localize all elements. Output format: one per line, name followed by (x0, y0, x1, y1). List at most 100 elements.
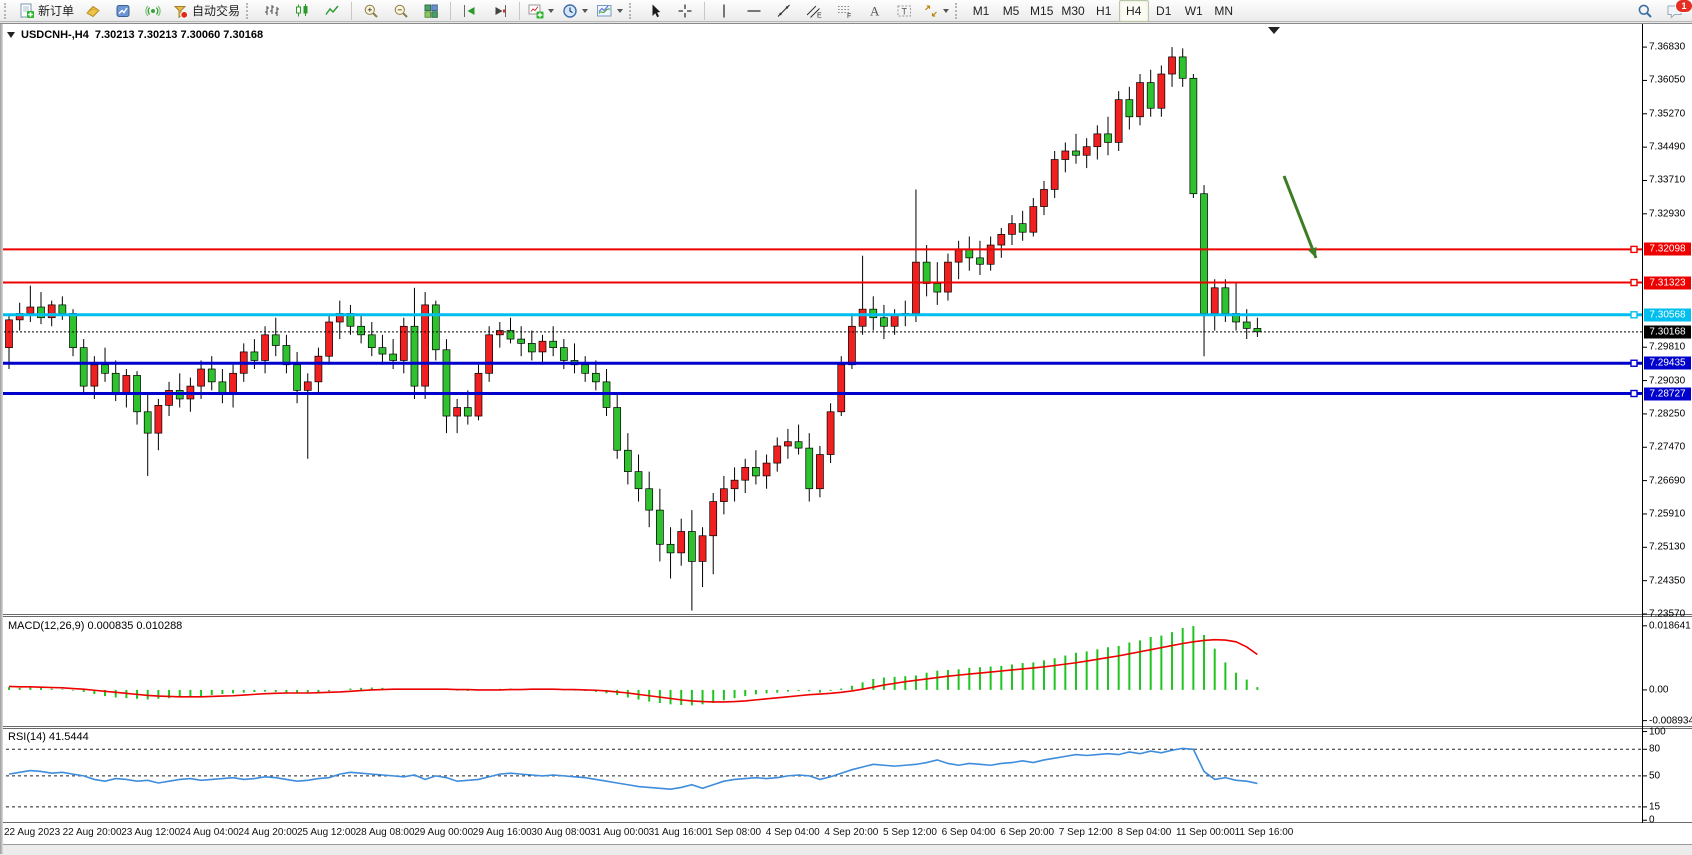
tf-button-h4[interactable]: H4 (1119, 0, 1149, 22)
axis-tick-label: 7.34490 (1649, 142, 1685, 153)
vertical-line-tool[interactable] (709, 0, 739, 22)
axis-tick-label: 7.24350 (1649, 575, 1685, 586)
search-button[interactable] (1630, 0, 1660, 22)
notifications-button[interactable]: 1 (1660, 0, 1690, 22)
current-price-label: 7.30168 (1644, 325, 1691, 338)
zoom-out-button[interactable] (386, 0, 416, 22)
tf-button-m30[interactable]: M30 (1057, 0, 1088, 22)
hline-price-label: 7.31323 (1644, 276, 1691, 289)
svg-text:E: E (817, 12, 822, 19)
time-axis-label: 1 Sep 08:00 (707, 827, 761, 838)
time-axis-label: 11 Sep 00:00 (1176, 827, 1235, 838)
trendline-icon (776, 3, 792, 19)
fibonacci-tool[interactable]: F (829, 0, 859, 22)
text-tool[interactable]: A (859, 0, 889, 22)
time-axis-label: 30 Aug 08:00 (531, 827, 590, 838)
toolbar-grip (955, 3, 962, 19)
zoom-out-icon (393, 3, 409, 19)
line-chart-icon (324, 3, 340, 19)
profiles-button[interactable] (108, 0, 138, 22)
toolbar-separator (704, 2, 705, 20)
trendline-tool[interactable] (769, 0, 799, 22)
tile-windows-button[interactable] (416, 0, 446, 22)
svg-text:F: F (847, 13, 851, 19)
axis-tick-label: 50 (1649, 770, 1660, 781)
axis-tick-label: 7.29030 (1649, 375, 1685, 386)
candlestick-chart-button[interactable] (287, 0, 317, 22)
hline-price-label: 7.29435 (1644, 357, 1691, 370)
symbol-period-label: USDCNH-,H4 (21, 29, 89, 41)
toolbar-separator (351, 2, 352, 20)
toolbar-grip (629, 3, 636, 19)
periods-button[interactable] (558, 0, 592, 22)
tf-button-m1[interactable]: M1 (966, 0, 996, 22)
time-axis-label: 29 Aug 00:00 (414, 827, 473, 838)
cursor-button[interactable] (640, 0, 670, 22)
arrows-tool[interactable] (919, 0, 953, 22)
signals-button[interactable] (138, 0, 168, 22)
svg-text:A: A (870, 3, 880, 18)
chart-window[interactable]: USDCNH-,H4 7.30213 7.30213 7.30060 7.301… (0, 23, 1692, 853)
indicators-icon (528, 3, 544, 19)
time-axis-label: 4 Sep 20:00 (824, 827, 878, 838)
time-axis-label: 23 Aug 12:00 (121, 827, 180, 838)
tf-button-d1[interactable]: D1 (1149, 0, 1179, 22)
ohlc-quote-label: 7.30213 7.30213 7.30060 7.30168 (95, 29, 263, 41)
auto-trading-icon (172, 3, 189, 19)
axis-tick-label: -0.008934 (1649, 715, 1692, 726)
window-bottom-edge (0, 844, 1692, 855)
tf-button-mn[interactable]: MN (1209, 0, 1239, 22)
hline-price-label: 7.32098 (1644, 243, 1691, 256)
new-order-button[interactable]: 新订单 (15, 0, 78, 22)
time-axis-label: 29 Aug 16:00 (473, 827, 532, 838)
axis-tick-label: 7.28250 (1649, 408, 1685, 419)
auto-scroll-button[interactable] (455, 0, 485, 22)
time-axis-label: 6 Sep 20:00 (1000, 827, 1054, 838)
crosshair-button[interactable] (670, 0, 700, 22)
collapse-icon[interactable] (7, 32, 15, 38)
cursor-icon (647, 3, 663, 19)
axis-tick-label: 7.23570 (1649, 609, 1685, 620)
chart-plot-svg[interactable] (0, 24, 1692, 844)
bar-chart-button[interactable] (257, 0, 287, 22)
time-axis-label: 24 Aug 04:00 (180, 827, 239, 838)
dropdown-caret (582, 9, 588, 13)
text-label-tool[interactable]: T (889, 0, 919, 22)
time-axis-label: 6 Sep 04:00 (942, 827, 996, 838)
tf-button-w1[interactable]: W1 (1179, 0, 1209, 22)
axis-tick-label: 7.32930 (1649, 208, 1685, 219)
time-axis-label: 31 Aug 16:00 (649, 827, 708, 838)
rsi-indicator-label: RSI(14) 41.5444 (8, 731, 89, 743)
dropdown-caret (943, 9, 949, 13)
auto-scroll-icon (462, 3, 478, 19)
axis-tick-label: 7.26690 (1649, 475, 1685, 486)
main-toolbar: 新订单 自动交易 (0, 0, 1692, 22)
signal-icon (145, 3, 161, 19)
time-axis-label: 11 Sep 16:00 (1235, 827, 1294, 838)
line-chart-button[interactable] (317, 0, 347, 22)
svg-text:T: T (901, 6, 907, 16)
channel-tool[interactable]: E (799, 0, 829, 22)
toolbar-separator (450, 2, 451, 20)
zoom-in-icon (363, 3, 379, 19)
axis-tick-label: 7.27470 (1649, 442, 1685, 453)
chart-shift-button[interactable] (485, 0, 515, 22)
axis-tick-label: 0 (1649, 815, 1655, 826)
tf-button-m15[interactable]: M15 (1026, 0, 1057, 22)
templates-button[interactable] (592, 0, 627, 22)
zoom-in-button[interactable] (356, 0, 386, 22)
axis-tick-label: 7.29810 (1649, 342, 1685, 353)
new-order-icon (19, 3, 35, 19)
auto-trading-button[interactable]: 自动交易 (168, 0, 244, 22)
time-axis-label: 24 Aug 20:00 (238, 827, 297, 838)
tile-windows-icon (423, 3, 439, 19)
tf-button-h1[interactable]: H1 (1089, 0, 1119, 22)
equidistant-channel-icon: E (806, 3, 823, 19)
axis-tick-label: 80 (1649, 744, 1660, 755)
horizontal-line-tool[interactable] (739, 0, 769, 22)
indicators-button[interactable] (524, 0, 558, 22)
time-axis-label: 22 Aug 2023 (4, 827, 60, 838)
time-axis-label: 31 Aug 00:00 (590, 827, 649, 838)
metaeditor-button[interactable] (78, 0, 108, 22)
tf-button-m5[interactable]: M5 (996, 0, 1026, 22)
